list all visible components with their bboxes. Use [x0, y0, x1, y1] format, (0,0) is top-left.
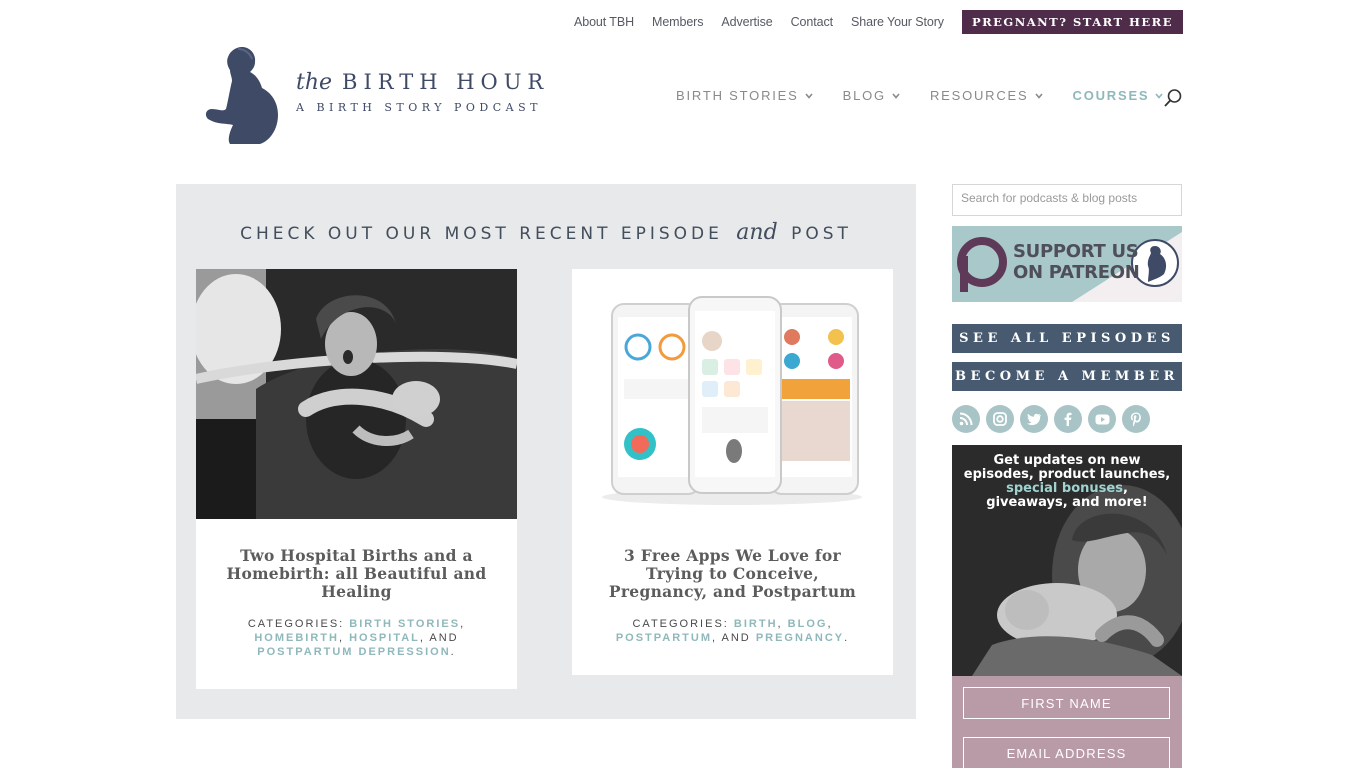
post-categories: CATEGORIES: BIRTH STORIES, HOMEBIRTH, HO… [247, 618, 466, 658]
post-card-episode: Two Hospital Births and a Homebirth: all… [196, 269, 517, 689]
youtube-icon[interactable] [1088, 405, 1116, 433]
promo-line: Get updates on new [993, 453, 1141, 468]
top-navigation: About TBH Members Advertise Contact Shar… [556, 9, 1183, 34]
chevron-down-icon [805, 92, 813, 99]
topnav-link-about[interactable]: About TBH [574, 15, 634, 29]
promo-comma: , [1122, 481, 1128, 496]
category-link[interactable]: POSTPARTUM [616, 632, 712, 644]
logo-name: BIRTH HOUR [342, 70, 550, 94]
nav-blog[interactable]: BLOG [843, 88, 900, 103]
patreon-text: SUPPORT US ON PATREON [1013, 241, 1140, 283]
patreon-banner[interactable]: SUPPORT US ON PATREON [952, 226, 1182, 302]
search-icon[interactable] [1163, 88, 1183, 108]
category-link[interactable]: BLOG [788, 618, 828, 630]
category-link[interactable]: HOSPITAL [349, 632, 420, 644]
promo-line: episodes, product launches, [963, 467, 1171, 482]
nav-birth-stories[interactable]: BIRTH STORIES [676, 88, 813, 103]
pregnant-start-here-button[interactable]: PREGNANT? START HERE [961, 9, 1183, 34]
email-address-input[interactable] [963, 737, 1170, 768]
nav-label: COURSES [1072, 88, 1150, 103]
categories-label: CATEGORIES: [247, 618, 345, 630]
recent-posts-panel: CHECK OUT OUR MOST RECENT EPISODE and PO… [176, 184, 916, 719]
site-logo[interactable]: the BIRTH HOUR A BIRTH STORY PODCAST [200, 44, 570, 146]
topnav-link-members[interactable]: Members [652, 15, 704, 29]
logo-tagline: A BIRTH STORY PODCAST [296, 101, 542, 114]
promo-text: Get updates on new episodes, product lau… [952, 454, 1182, 510]
promo-highlight: special bonuses [1006, 481, 1123, 496]
pinterest-icon[interactable] [1122, 405, 1150, 433]
category-link[interactable]: BIRTH STORIES [349, 618, 460, 630]
chevron-down-icon [892, 92, 900, 99]
nav-label: RESOURCES [929, 88, 1029, 103]
promo-line: giveaways, and more! [986, 495, 1148, 510]
category-link[interactable]: HOMEBIRTH [254, 632, 339, 644]
twitter-icon[interactable] [1020, 405, 1048, 433]
sidebar-search-input[interactable] [961, 191, 1173, 205]
see-all-episodes-button[interactable]: SEE ALL EPISODES [952, 324, 1182, 353]
topnav-link-contact[interactable]: Contact [791, 15, 833, 29]
episode-photo[interactable] [196, 269, 517, 519]
newsletter-signup: Get updates on new episodes, product lau… [952, 445, 1182, 768]
social-icons [952, 405, 1182, 435]
pregnant-silhouette-logo [205, 47, 278, 144]
sidebar-search-box[interactable] [952, 184, 1182, 216]
categories-label: CATEGORIES: [632, 618, 729, 630]
logo-the: the [296, 70, 333, 95]
rss-icon[interactable] [952, 405, 980, 433]
nav-resources[interactable]: RESOURCES [930, 88, 1043, 103]
post-categories: CATEGORIES: BIRTH, BLOG, POSTPARTUM, AND… [615, 618, 850, 644]
apps-photo[interactable] [572, 269, 893, 519]
patreon-line2: ON PATREON [1013, 262, 1140, 283]
instagram-icon[interactable] [986, 405, 1014, 433]
facebook-icon[interactable] [1054, 405, 1082, 433]
category-link[interactable]: POSTPARTUM DEPRESSION [257, 646, 450, 658]
main-navigation: BIRTH STORIES BLOG RESOURCES COURSES [676, 88, 1193, 103]
heading-script: and [736, 220, 778, 245]
promo-line: special bonuses, [952, 482, 1182, 496]
first-name-input[interactable] [963, 687, 1170, 719]
patreon-line1: SUPPORT US [1013, 241, 1139, 262]
category-link[interactable]: PREGNANCY [756, 632, 844, 644]
chevron-down-icon [1034, 92, 1043, 99]
heading-text: CHECK OUT OUR MOST RECENT EPISODE [240, 224, 723, 244]
post-title[interactable]: Two Hospital Births and a Homebirth: all… [226, 547, 487, 601]
nav-label: BIRTH STORIES [676, 88, 799, 103]
topnav-link-advertise[interactable]: Advertise [721, 15, 772, 29]
post-title[interactable]: 3 Free Apps We Love for Trying to Concei… [602, 547, 863, 601]
heading-text-end: POST [791, 224, 852, 244]
category-link[interactable]: BIRTH [734, 618, 778, 630]
nav-courses[interactable]: COURSES [1073, 88, 1164, 103]
become-a-member-button[interactable]: BECOME A MEMBER [952, 362, 1182, 391]
post-card-blog: 3 Free Apps We Love for Trying to Concei… [572, 269, 893, 675]
nav-label: BLOG [842, 88, 886, 103]
panel-heading: CHECK OUT OUR MOST RECENT EPISODE and PO… [176, 220, 916, 245]
topnav-link-share-story[interactable]: Share Your Story [851, 15, 944, 29]
